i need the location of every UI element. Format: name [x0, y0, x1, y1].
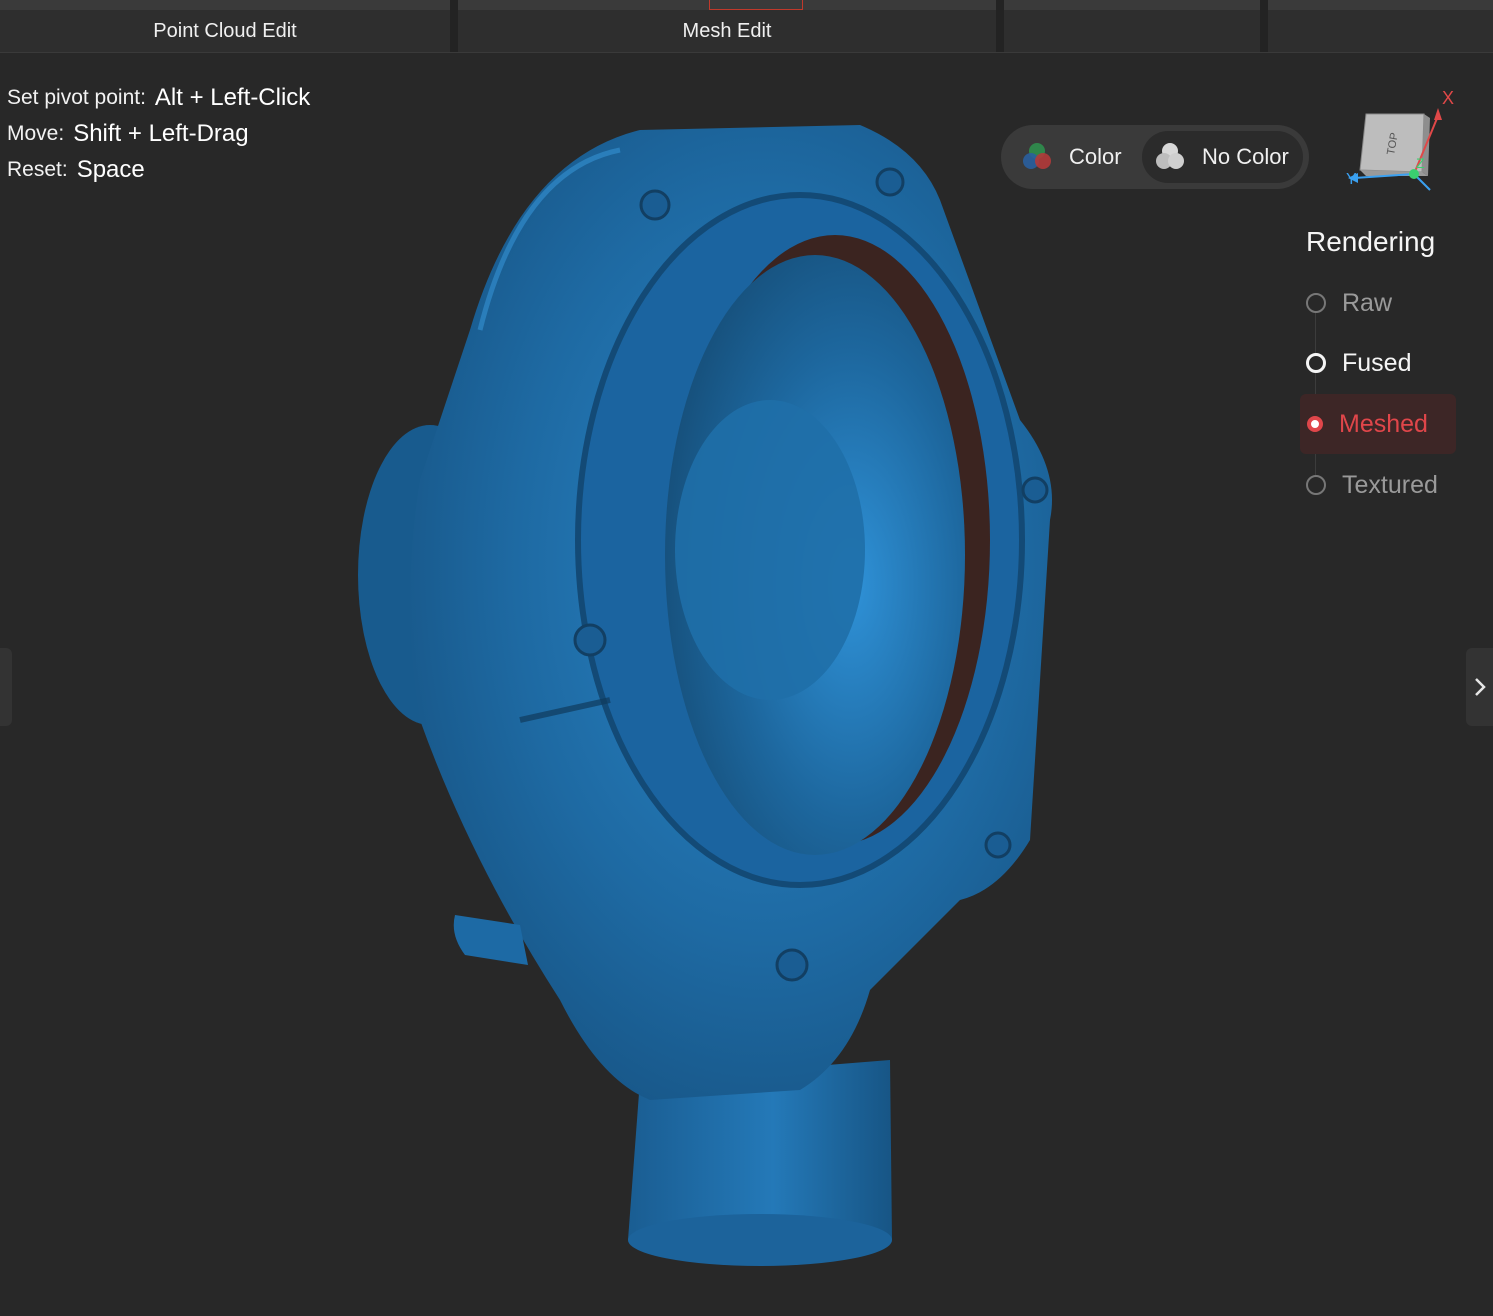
radio-icon [1306, 353, 1326, 373]
no-color-option-label: No Color [1202, 144, 1289, 169]
hint-label: Set pivot point: [7, 86, 146, 109]
rendering-option-textured[interactable]: Textured [1300, 455, 1456, 515]
tab-empty-4[interactable] [1268, 0, 1493, 52]
color-circles-icon [1023, 143, 1051, 169]
right-panel-toggle[interactable] [1466, 648, 1493, 726]
radio-icon [1306, 475, 1326, 495]
rendering-option-label: Textured [1342, 470, 1438, 499]
3d-viewport[interactable] [0, 53, 1493, 1316]
mesh-pipe-rim [628, 1214, 892, 1266]
rendering-option-fused[interactable]: Fused [1300, 333, 1456, 393]
tab-separator [1260, 0, 1268, 52]
chevron-right-icon [1474, 678, 1486, 696]
tab-indicator [709, 0, 803, 10]
tab-label: Point Cloud Edit [153, 19, 297, 42]
tab-separator [996, 0, 1004, 52]
radio-icon [1306, 293, 1326, 313]
hint-key: Shift + Left-Drag [73, 120, 249, 147]
axis-x-label: X [1442, 88, 1454, 108]
tab-empty-3[interactable] [1004, 0, 1260, 52]
rendering-option-label: Meshed [1339, 409, 1428, 438]
top-tab-bar: Point Cloud Edit Mesh Edit [0, 0, 1493, 53]
mesh-cup-center [675, 400, 865, 700]
rendering-option-label: Fused [1342, 348, 1412, 377]
color-option-label: Color [1069, 144, 1122, 169]
mesh-bolt [1021, 476, 1049, 504]
no-color-option-button[interactable]: No Color [1142, 131, 1303, 183]
color-option-button[interactable]: Color [1009, 131, 1139, 183]
grey-circles-icon [1156, 143, 1184, 169]
hint-label: Reset: [7, 158, 68, 181]
view-cube[interactable]: TOP X Y Z [1338, 80, 1458, 200]
rendering-title: Rendering [1306, 226, 1436, 257]
radio-selected-icon [1307, 416, 1323, 432]
mesh-object [358, 125, 1052, 1266]
mesh-bolt [573, 623, 607, 657]
hint-reset: Reset: Space [7, 152, 310, 188]
left-panel-toggle[interactable] [0, 648, 12, 726]
mesh-bolt [875, 167, 905, 197]
hint-pivot: Set pivot point: Alt + Left-Click [7, 80, 310, 116]
axis-y-label: Y [1346, 171, 1357, 188]
hint-move: Move: Shift + Left-Drag [7, 116, 310, 152]
rendering-option-meshed[interactable]: Meshed [1300, 394, 1456, 454]
hint-key: Space [76, 156, 145, 183]
shortcut-hints: Set pivot point: Alt + Left-Click Move: … [7, 80, 310, 188]
tab-point-cloud-edit[interactable]: Point Cloud Edit [0, 0, 450, 52]
hint-key: Alt + Left-Click [154, 84, 311, 111]
rendering-option-raw[interactable]: Raw [1300, 273, 1456, 333]
mesh-bolt [639, 189, 671, 221]
mesh-bolt [775, 948, 809, 982]
rendering-option-label: Raw [1342, 288, 1393, 317]
tab-separator [450, 0, 458, 52]
axis-z-label: Z [1416, 155, 1425, 171]
tab-label: Mesh Edit [682, 19, 772, 42]
hint-label: Move: [7, 122, 65, 145]
mesh-bolt [984, 831, 1012, 859]
color-toggle: Color No Color [1001, 125, 1309, 189]
